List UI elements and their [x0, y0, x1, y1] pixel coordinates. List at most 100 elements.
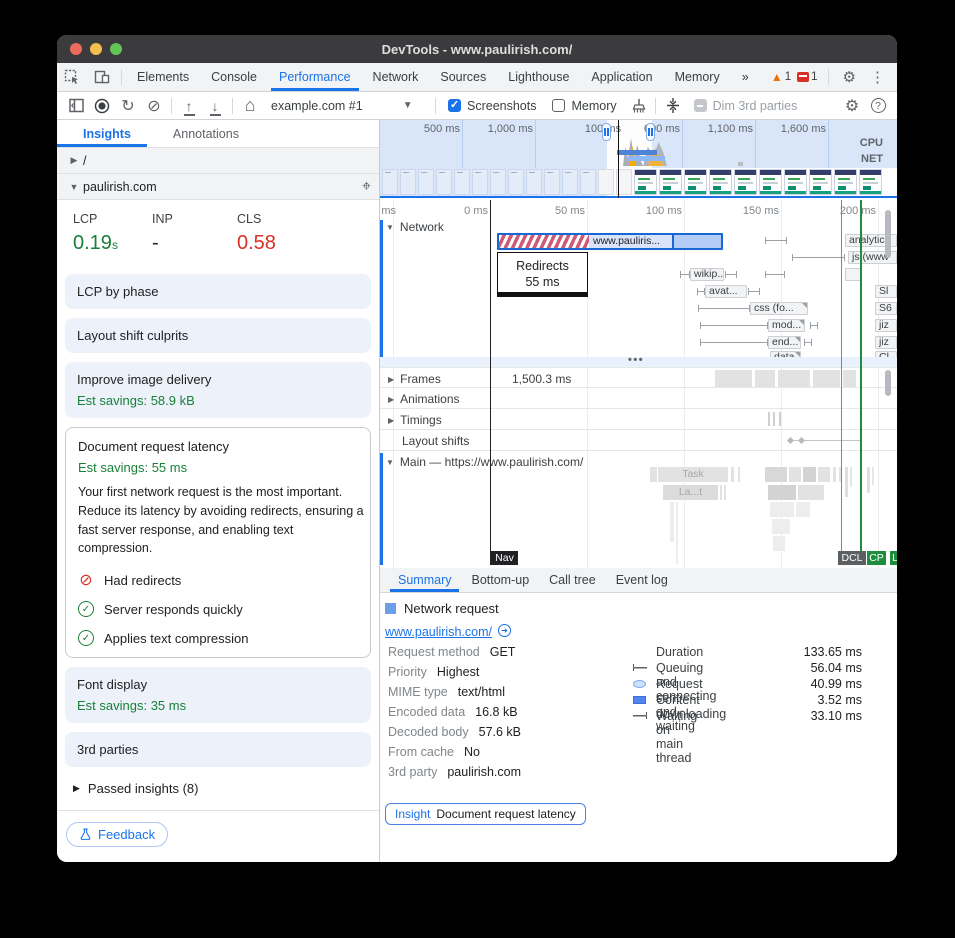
dimmed-task-bar[interactable]: La...t	[663, 485, 718, 500]
zoom-window-button[interactable]	[110, 43, 122, 55]
animations-track[interactable]: ▶ Animations	[380, 388, 897, 409]
close-window-button[interactable]	[70, 43, 82, 55]
tab-summary[interactable]: Summary	[390, 568, 459, 592]
collapse-tracks-icon[interactable]	[660, 94, 686, 118]
frames-track[interactable]: ▶ Frames 1,500.3 ms	[380, 367, 897, 388]
layout-shift-marker[interactable]	[787, 437, 794, 444]
settings-gear-icon[interactable]: ⚙	[839, 68, 860, 86]
filmstrip-thumb[interactable]	[659, 169, 682, 195]
filmstrip-thumb[interactable]	[709, 169, 732, 195]
metric-cls[interactable]: CLS 0.58	[237, 212, 276, 255]
inspect-element-icon[interactable]	[57, 63, 87, 91]
filmstrip-thumb[interactable]	[562, 169, 578, 195]
network-request-item[interactable]: data...	[770, 351, 801, 357]
tab-call-tree[interactable]: Call tree	[541, 568, 604, 592]
minimap-right-handle[interactable]	[646, 123, 655, 141]
filmstrip-thumb[interactable]	[400, 169, 416, 195]
history-dropdown[interactable]: example.com #1 ▼	[263, 99, 431, 113]
network-track-header[interactable]: ▼ Network	[386, 220, 444, 234]
network-row[interactable]: wikip...	[380, 268, 897, 281]
filmstrip-thumb[interactable]	[544, 169, 560, 195]
filmstrip-thumb[interactable]	[809, 169, 832, 195]
device-toolbar-icon[interactable]	[87, 63, 117, 91]
cp-marker[interactable]: CP	[867, 551, 886, 565]
network-request-item[interactable]	[845, 268, 861, 281]
capture-settings-gear-icon[interactable]: ⚙	[839, 94, 865, 118]
filmstrip-thumb[interactable]	[490, 169, 506, 195]
filmstrip-thumb[interactable]	[526, 169, 542, 195]
record-button[interactable]	[89, 94, 115, 118]
window-titlebar[interactable]: DevTools - www.paulirish.com/	[57, 35, 897, 63]
dim-3rd-parties-checkbox[interactable]: Dim 3rd parties	[694, 99, 798, 113]
tab-sources[interactable]: Sources	[432, 63, 494, 91]
timeline-minimap[interactable]: 500 ms 1,000 ms 100 ms 600 ms 1,100 ms 1…	[380, 120, 897, 200]
filmstrip[interactable]	[380, 168, 897, 198]
metric-inp[interactable]: INP -	[152, 212, 237, 255]
request-url-link[interactable]: www.paulirish.com/	[385, 625, 492, 639]
scrollbar-thumb[interactable]	[885, 210, 891, 258]
breadcrumb-row[interactable]: ▶ /	[57, 148, 379, 174]
filmstrip-thumb[interactable]	[734, 169, 757, 195]
passed-insights-row[interactable]: ▶ Passed insights (8)	[57, 767, 379, 808]
tab-performance[interactable]: Performance	[271, 63, 359, 91]
issues-badge[interactable]: 1	[797, 71, 817, 83]
more-tabs-icon[interactable]: »	[734, 63, 757, 91]
tab-insights[interactable]: Insights	[57, 120, 147, 147]
network-row[interactable]: css (fo... S6	[380, 302, 897, 315]
feedback-button[interactable]: Feedback	[66, 822, 168, 847]
network-row[interactable]: end... jiz	[380, 336, 897, 349]
tab-application[interactable]: Application	[583, 63, 660, 91]
filmstrip-thumb[interactable]	[759, 169, 782, 195]
tab-elements[interactable]: Elements	[129, 63, 197, 91]
insight-card-document-request-latency[interactable]: Document request latency Est savings: 55…	[65, 427, 371, 658]
network-row[interactable]: analytic	[380, 234, 897, 247]
home-icon[interactable]: ⌂	[237, 94, 263, 118]
filmstrip-thumb[interactable]	[859, 169, 882, 195]
insight-card-lcp-by-phase[interactable]: LCP by phase	[65, 274, 371, 309]
layout-shift-marker[interactable]	[798, 437, 805, 444]
network-request-item[interactable]: Cl	[875, 351, 897, 357]
tab-memory[interactable]: Memory	[667, 63, 728, 91]
network-request-item[interactable]: avat...	[705, 285, 747, 298]
insight-card-image-delivery[interactable]: Improve image delivery Est savings: 58.9…	[65, 362, 371, 418]
site-row[interactable]: ▼ paulirish.com ⌖	[57, 174, 379, 200]
warnings-badge[interactable]: ▲1	[771, 70, 791, 84]
tab-event-log[interactable]: Event log	[608, 568, 676, 592]
network-request-item[interactable]: jiz	[875, 336, 897, 349]
tab-lighthouse[interactable]: Lighthouse	[500, 63, 577, 91]
filmstrip-thumb[interactable]	[834, 169, 857, 195]
minimap-left-handle[interactable]	[602, 123, 611, 141]
clear-button[interactable]: ⊘	[141, 94, 167, 118]
kebab-menu-icon[interactable]: ⋮	[866, 68, 889, 86]
metric-lcp[interactable]: LCP 0.19s	[73, 212, 152, 255]
network-request-item[interactable]: S6	[875, 302, 897, 315]
flame-chart[interactable]: 0 ms 0 ms 50 ms 100 ms 150 ms 200 ms ▼ N…	[380, 200, 897, 568]
nav-marker[interactable]: Nav	[491, 551, 518, 565]
filmstrip-thumb[interactable]	[382, 169, 398, 195]
network-row[interactable]: avat... Sl	[380, 285, 897, 298]
memory-checkbox[interactable]: Memory	[552, 99, 616, 113]
filmstrip-thumb[interactable]	[454, 169, 470, 195]
reveal-request-icon[interactable]: ➜	[498, 624, 511, 637]
field-data-icon[interactable]: ⌖	[362, 178, 371, 196]
tab-bottom-up[interactable]: Bottom-up	[463, 568, 537, 592]
network-row[interactable]: data... Cl	[380, 351, 897, 357]
dcl-marker[interactable]: DCL	[838, 551, 866, 565]
filmstrip-thumb[interactable]	[634, 169, 657, 195]
save-profile-icon[interactable]: ↓	[202, 94, 228, 118]
l-marker[interactable]: L	[890, 551, 897, 565]
filmstrip-thumb[interactable]	[472, 169, 488, 195]
toggle-sidebar-icon[interactable]	[63, 94, 89, 118]
insight-card-layout-shift-culprits[interactable]: Layout shift culprits	[65, 318, 371, 353]
track-resize-handle[interactable]: •••	[380, 357, 897, 367]
filmstrip-thumb[interactable]	[436, 169, 452, 195]
filmstrip-thumb[interactable]	[508, 169, 524, 195]
filmstrip-thumb[interactable]	[598, 169, 614, 195]
tab-annotations[interactable]: Annotations	[147, 120, 255, 147]
insight-card-3rd-parties[interactable]: 3rd parties	[65, 732, 371, 767]
help-icon[interactable]: ?	[865, 94, 891, 118]
network-request-item[interactable]: Sl	[875, 285, 897, 298]
timings-track[interactable]: ▶ Timings	[380, 409, 897, 430]
filmstrip-thumb[interactable]	[784, 169, 807, 195]
network-request-item[interactable]: wikip...	[690, 268, 724, 281]
